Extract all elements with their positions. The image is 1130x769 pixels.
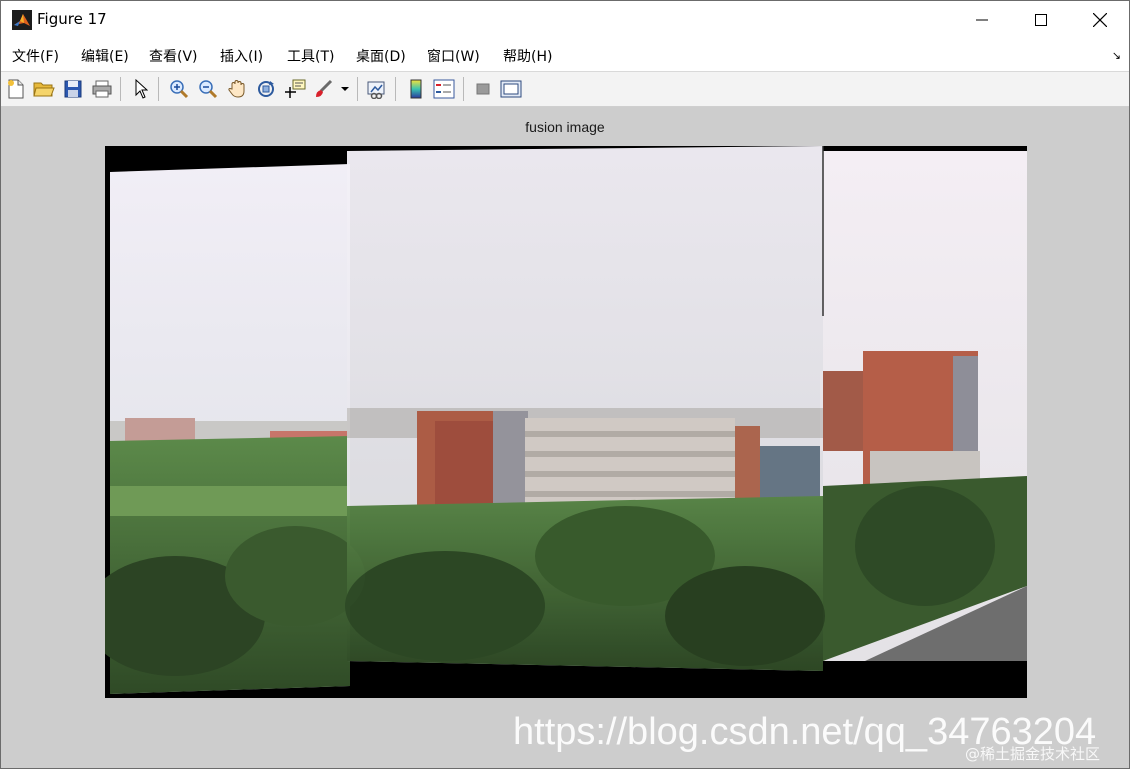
maximize-icon <box>1035 14 1047 26</box>
link-plot-icon <box>367 81 385 99</box>
zoom-in-button[interactable] <box>167 77 191 101</box>
close-icon <box>1093 13 1107 27</box>
menu-insert[interactable]: 插入(I) <box>220 46 263 66</box>
figure-toolbar <box>1 72 1129 107</box>
menu-view[interactable]: 查看(V) <box>149 46 198 66</box>
legend-button[interactable] <box>432 77 456 101</box>
open-folder-icon <box>33 82 55 97</box>
rotate-3d-button[interactable] <box>254 77 278 101</box>
menu-edit[interactable]: 编辑(E) <box>81 46 129 66</box>
menu-help[interactable]: 帮助(H) <box>503 46 552 66</box>
toolbar-separator <box>120 77 121 101</box>
new-figure-icon <box>8 79 24 99</box>
select-button[interactable] <box>129 77 153 101</box>
menu-file[interactable]: 文件(F) <box>12 46 59 66</box>
hide-plot-tools-icon <box>476 83 490 95</box>
axes-title: fusion image <box>525 119 605 135</box>
middle-photo <box>345 146 825 671</box>
brush-dropdown-button[interactable] <box>338 77 352 101</box>
minimize-button[interactable] <box>953 1 1011 39</box>
menu-bar: 文件(F) 编辑(E) 查看(V) 插入(I) 工具(T) 桌面(D) 窗口(W… <box>1 39 1129 72</box>
watermark-site: @稀土掘金技术社区 <box>965 745 1101 763</box>
menu-tools[interactable]: 工具(T) <box>287 46 334 66</box>
open-button[interactable] <box>32 77 56 101</box>
zoom-out-button[interactable] <box>196 77 220 101</box>
figure-window: Figure 17 文件(F) 编辑(E) 查看(V) 插入(I) 工具(T) … <box>0 0 1130 769</box>
right-photo <box>820 151 1027 661</box>
window-title: Figure 17 <box>37 10 107 28</box>
link-plot-button[interactable] <box>365 77 389 101</box>
title-bar[interactable]: Figure 17 <box>1 1 1129 39</box>
toolbar-separator <box>357 77 358 101</box>
select-arrow-icon <box>135 79 148 99</box>
save-button[interactable] <box>61 77 85 101</box>
print-button[interactable] <box>90 77 114 101</box>
menu-window[interactable]: 窗口(W) <box>427 46 480 66</box>
show-plot-tools-button[interactable] <box>499 77 523 101</box>
minimize-icon <box>976 19 988 21</box>
fusion-image[interactable] <box>105 146 1027 698</box>
data-cursor-button[interactable] <box>283 77 307 101</box>
data-cursor-icon <box>285 79 306 98</box>
colorbar-icon <box>410 79 422 99</box>
menu-desktop[interactable]: 桌面(D) <box>356 46 406 66</box>
figure-canvas[interactable]: fusion image <box>1 107 1129 768</box>
legend-icon <box>433 79 455 99</box>
brush-button[interactable] <box>312 77 336 101</box>
zoom-in-icon <box>170 80 189 99</box>
toolbar-separator <box>463 77 464 101</box>
brush-icon <box>316 79 333 97</box>
show-plot-tools-icon <box>500 80 522 98</box>
zoom-out-icon <box>199 80 218 99</box>
pan-hand-icon <box>228 79 245 98</box>
colorbar-button[interactable] <box>404 77 428 101</box>
close-button[interactable] <box>1071 1 1129 39</box>
save-icon <box>64 80 82 98</box>
chevron-down-icon <box>341 87 349 91</box>
rotate-3d-icon <box>258 81 274 97</box>
new-figure-button[interactable] <box>4 77 28 101</box>
dock-arrow-icon[interactable]: ↘ <box>1112 49 1121 62</box>
hide-plot-tools-button[interactable] <box>471 77 495 101</box>
toolbar-separator <box>395 77 396 101</box>
toolbar-separator <box>158 77 159 101</box>
left-photo <box>105 164 365 694</box>
print-icon <box>92 80 112 98</box>
pan-button[interactable] <box>225 77 249 101</box>
matlab-logo-icon <box>12 10 32 30</box>
panorama-image <box>105 146 1027 698</box>
maximize-button[interactable] <box>1012 1 1070 39</box>
